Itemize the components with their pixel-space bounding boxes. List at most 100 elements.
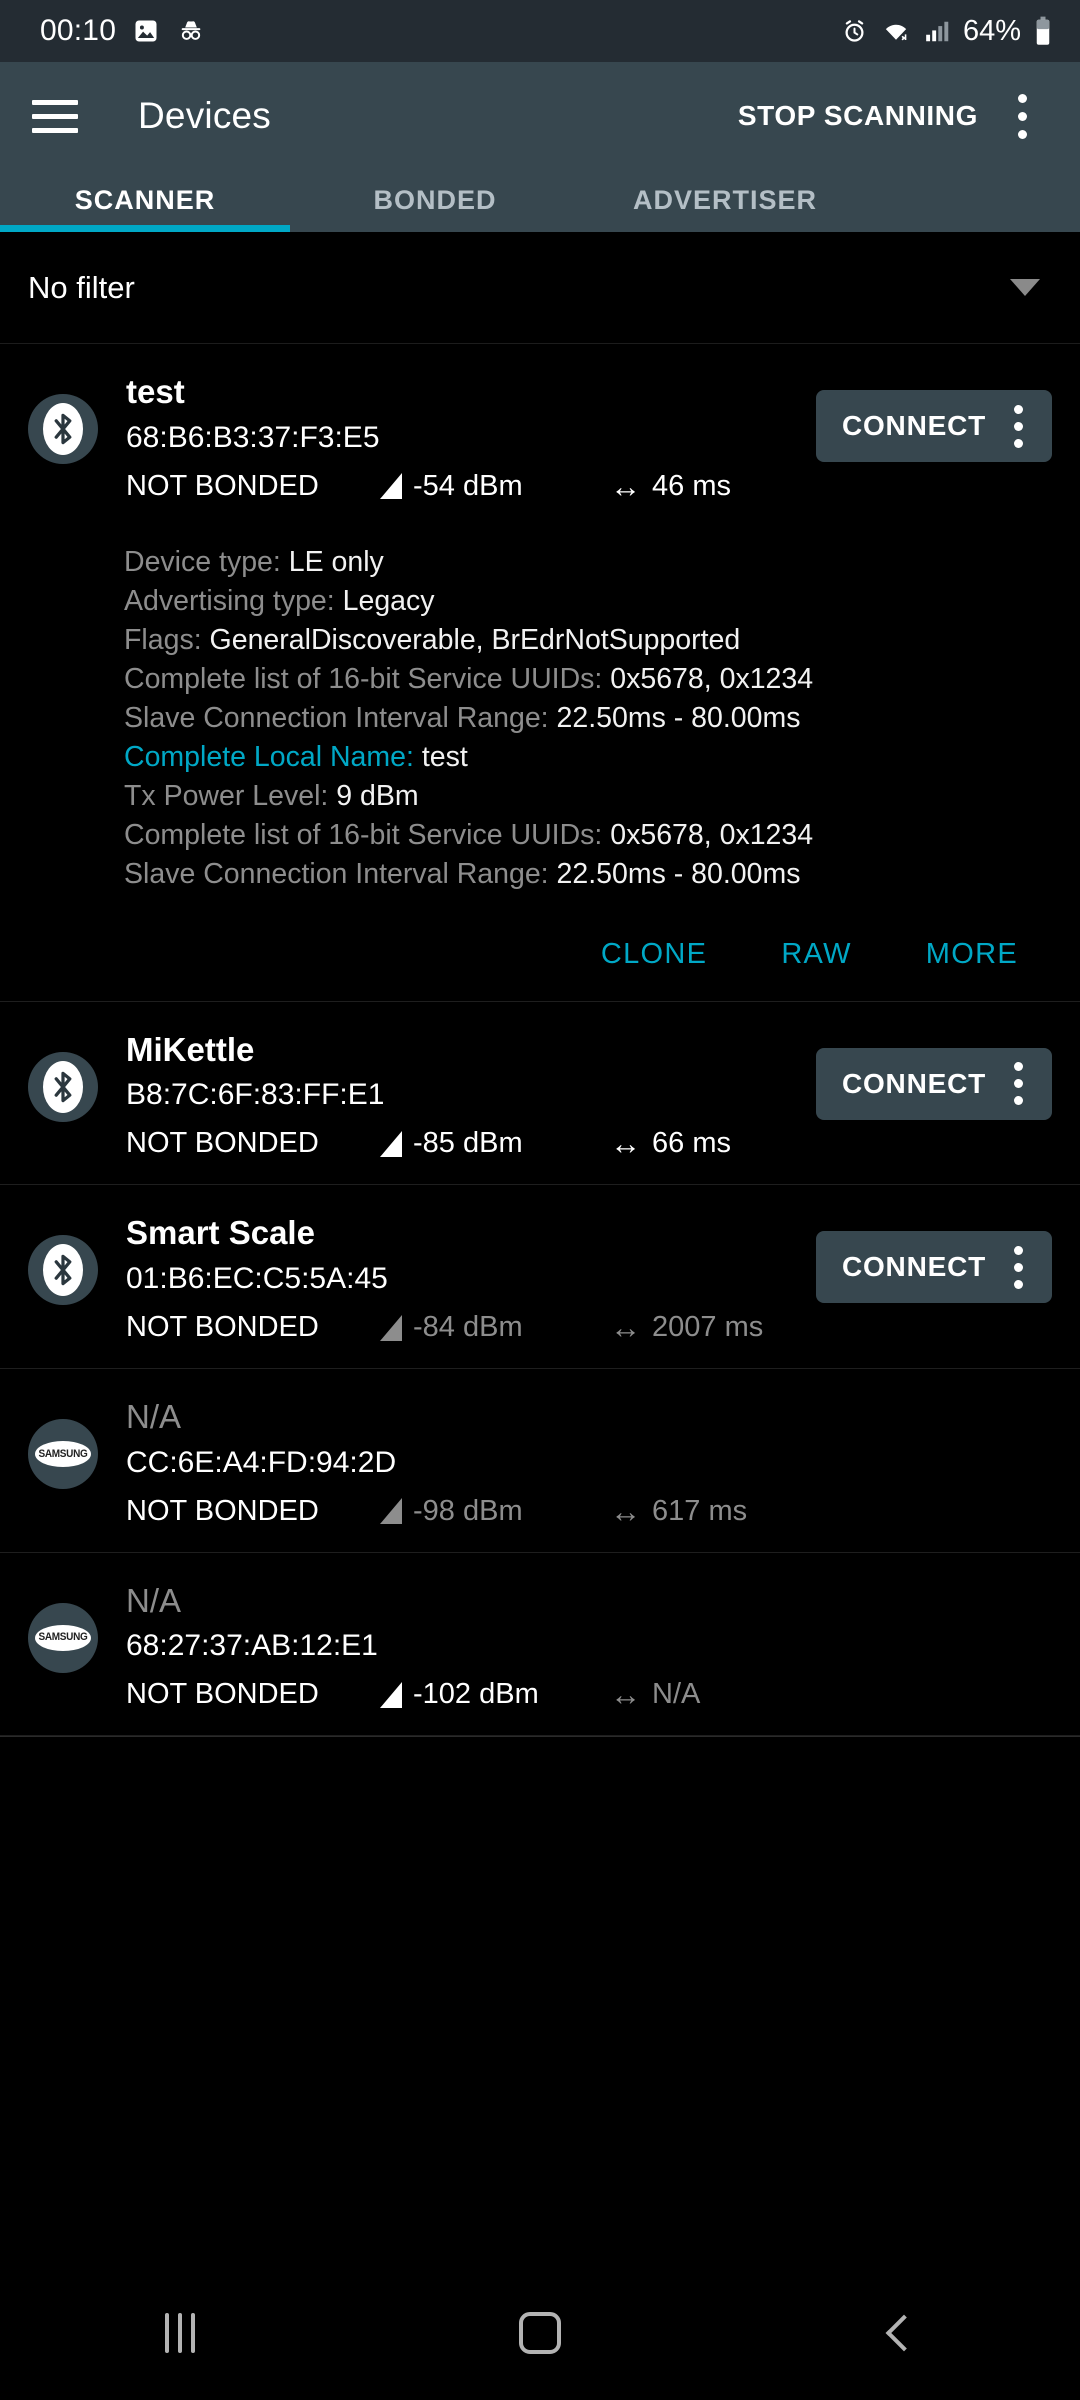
more-button[interactable]: MORE: [926, 938, 1018, 971]
interval-metric: ↔ 46 ms: [610, 470, 731, 503]
signal-strength-icon: [380, 1130, 402, 1157]
home-button[interactable]: [465, 2283, 615, 2383]
adv-value: 22.50ms - 80.00ms: [556, 857, 801, 890]
battery-icon: [1034, 16, 1052, 46]
bluetooth-icon: [43, 1244, 83, 1297]
app-bar: Devices STOP SCANNING SCANNER BONDED ADV…: [0, 62, 1080, 232]
bond-state: NOT BONDED: [126, 1127, 319, 1160]
adv-value: test: [421, 740, 468, 773]
device-header: SAMSUNG N/A CC:6E:A4:FD:94:2D NOT BONDED…: [28, 1397, 1052, 1528]
device-list-item[interactable]: MiKettle B8:7C:6F:83:FF:E1 NOT BONDED -8…: [0, 1001, 1080, 1186]
device-address: B8:7C:6F:83:FF:E1: [126, 1078, 385, 1112]
adv-value: GeneralDiscoverable, BrEdrNotSupported: [209, 623, 741, 656]
rssi-value: -98 dBm: [413, 1494, 523, 1527]
interval-metric: ↔ 2007 ms: [610, 1311, 763, 1344]
connect-button[interactable]: CONNECT: [815, 1047, 1052, 1120]
connect-button-label: CONNECT: [841, 410, 986, 441]
adv-key: Advertising type:: [124, 584, 335, 617]
chevron-down-icon: [1010, 279, 1040, 296]
samsung-logo-icon: SAMSUNG: [35, 1624, 91, 1651]
device-header: MiKettle B8:7C:6F:83:FF:E1 NOT BONDED -8…: [28, 1030, 1052, 1161]
raw-button[interactable]: RAW: [781, 938, 851, 971]
status-bar: 00:10 64%: [0, 0, 1080, 62]
tab-advertiser[interactable]: ADVERTISER: [580, 168, 870, 232]
adv-key: Complete list of 16-bit Service UUIDs:: [124, 818, 603, 851]
device-list-item[interactable]: Smart Scale 01:B6:EC:C5:5A:45 NOT BONDED…: [0, 1185, 1080, 1370]
interval-icon: ↔: [610, 468, 641, 504]
adv-value: LE only: [288, 545, 384, 578]
filter-dropdown[interactable]: No filter: [0, 232, 1080, 344]
device-meta: NOT BONDED -85 dBm ↔ 66 ms: [126, 1127, 816, 1160]
tab-active-indicator: [0, 225, 290, 232]
device-actions: CLONE RAW MORE: [28, 938, 1018, 971]
adv-detail-row: Flags: GeneralDiscoverable, BrEdrNotSupp…: [124, 621, 1052, 660]
device-overflow-menu-icon[interactable]: [992, 1053, 1044, 1115]
page-title: Devices: [138, 95, 271, 136]
device-address: 68:27:37:AB:12:E1: [126, 1629, 378, 1663]
interval-icon: ↔: [610, 1126, 641, 1162]
device-list-item[interactable]: test 68:B6:B3:37:F3:E5 NOT BONDED -54 dB…: [0, 344, 1080, 1002]
tab-bar: SCANNER BONDED ADVERTISER: [0, 168, 1080, 232]
adv-key: Complete Local Name:: [124, 740, 414, 773]
bluetooth-icon: [43, 1060, 83, 1113]
avatar: [28, 1235, 98, 1306]
rssi-metric: -102 dBm: [380, 1678, 610, 1711]
wifi-icon: [881, 18, 911, 45]
adv-value: 0x5678, 0x1234: [610, 818, 814, 851]
avatar: [28, 394, 98, 464]
tab-bonded[interactable]: BONDED: [290, 168, 580, 232]
hamburger-menu-icon[interactable]: [32, 87, 90, 145]
interval-icon: ↔: [610, 1493, 641, 1529]
samsung-wordmark: SAMSUNG: [38, 1448, 88, 1461]
rssi-metric: -98 dBm: [380, 1495, 610, 1528]
tab-bonded-label: BONDED: [373, 184, 497, 215]
interval-metric: ↔ 66 ms: [610, 1127, 731, 1160]
adv-detail-row: Advertising type: Legacy: [124, 582, 1052, 621]
device-header: SAMSUNG N/A 68:27:37:AB:12:E1 NOT BONDED…: [28, 1581, 1052, 1712]
list-bottom-spacer: [0, 1736, 1080, 1823]
overflow-menu-icon[interactable]: [994, 88, 1050, 144]
device-name: MiKettle: [126, 1030, 255, 1068]
adv-detail-row: Tx Power Level: 9 dBm: [124, 777, 1052, 816]
signal-strength-icon: [380, 1681, 402, 1708]
device-overflow-menu-icon[interactable]: [992, 1236, 1044, 1298]
adv-key: Slave Connection Interval Range:: [124, 701, 549, 734]
device-list-item[interactable]: SAMSUNG N/A CC:6E:A4:FD:94:2D NOT BONDED…: [0, 1369, 1080, 1553]
connect-button[interactable]: CONNECT: [815, 1231, 1052, 1304]
rssi-metric: -54 dBm: [380, 470, 610, 503]
adv-detail-row: Slave Connection Interval Range: 22.50ms…: [124, 855, 1052, 894]
alarm-icon: [841, 18, 868, 45]
adv-key: Complete list of 16-bit Service UUIDs:: [124, 662, 603, 695]
cellular-signal-icon: [924, 18, 950, 45]
recents-button[interactable]: [105, 2283, 255, 2383]
back-button[interactable]: [825, 2283, 975, 2383]
device-overflow-menu-icon[interactable]: [992, 395, 1044, 457]
adv-key: Tx Power Level:: [124, 779, 329, 812]
adv-detail-row: Slave Connection Interval Range: 22.50ms…: [124, 699, 1052, 738]
clone-button[interactable]: CLONE: [601, 938, 707, 971]
device-meta: NOT BONDED -102 dBm ↔ N/A: [126, 1678, 1052, 1711]
adv-detail-row: Complete list of 16-bit Service UUIDs: 0…: [124, 816, 1052, 855]
device-list-item[interactable]: SAMSUNG N/A 68:27:37:AB:12:E1 NOT BONDED…: [0, 1552, 1080, 1737]
battery-percent: 64%: [962, 14, 1021, 47]
device-name: N/A: [126, 1581, 182, 1619]
stop-scanning-button[interactable]: STOP SCANNING: [738, 100, 978, 132]
image-icon: [132, 17, 160, 45]
interval-value: 2007 ms: [652, 1311, 764, 1344]
rssi-value: -54 dBm: [413, 469, 523, 502]
tab-scanner[interactable]: SCANNER: [0, 168, 290, 232]
device-name: Smart Scale: [126, 1214, 315, 1252]
device-address: 68:B6:B3:37:F3:E5: [126, 420, 380, 454]
connect-button[interactable]: CONNECT: [815, 390, 1052, 462]
device-info: MiKettle B8:7C:6F:83:FF:E1 NOT BONDED -8…: [126, 1030, 816, 1161]
device-meta: NOT BONDED -54 dBm ↔ 46 ms: [126, 470, 816, 503]
incognito-icon: [176, 17, 206, 45]
adv-detail-row: Complete Local Name: test: [124, 738, 1052, 777]
status-bar-left: 00:10: [40, 14, 206, 48]
device-info: Smart Scale 01:B6:EC:C5:5A:45 NOT BONDED…: [126, 1213, 816, 1344]
bond-state: NOT BONDED: [126, 1311, 319, 1344]
interval-value: 617 ms: [652, 1494, 748, 1527]
signal-strength-icon: [380, 473, 402, 500]
app-bar-row: Devices STOP SCANNING: [0, 62, 1080, 170]
interval-icon: ↔: [610, 1677, 641, 1713]
